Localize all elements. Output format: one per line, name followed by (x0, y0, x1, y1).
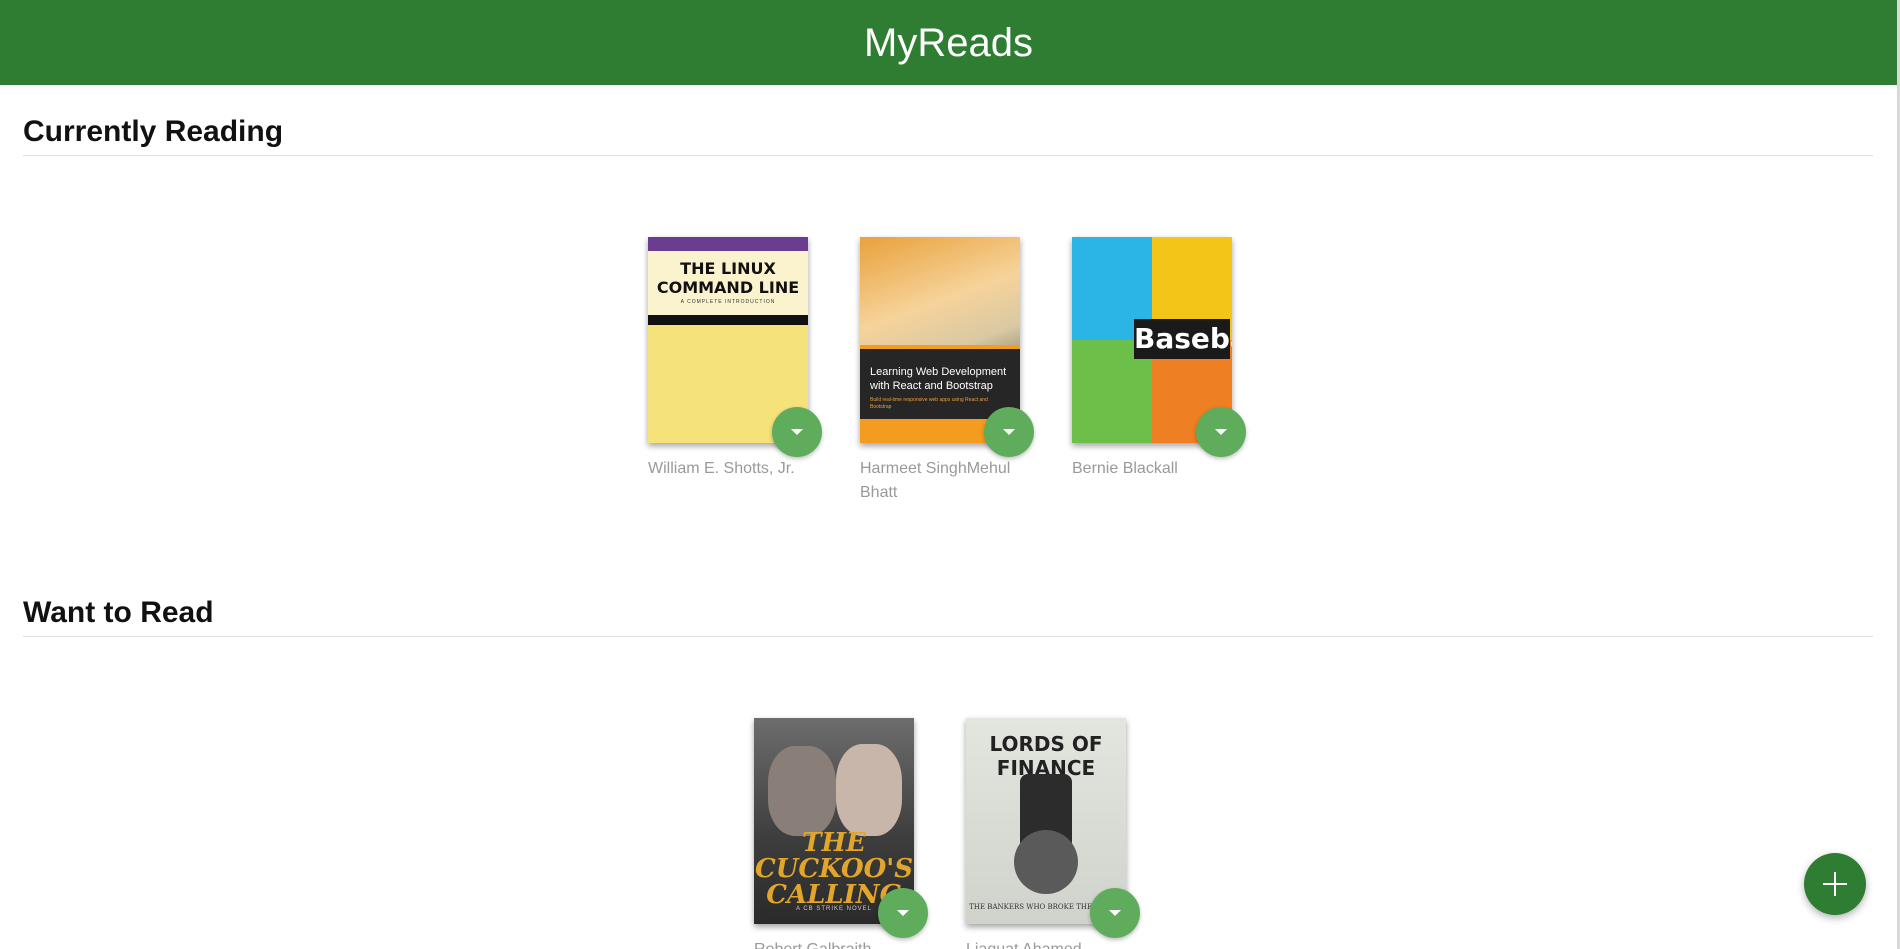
caret-down-icon (791, 429, 803, 435)
book-card: THE LINUX COMMAND LINE A COMPLETE INTROD… (648, 237, 822, 481)
cover-subtitle: Build real-time responsive web apps usin… (870, 397, 988, 410)
caret-down-icon (1109, 910, 1121, 916)
caret-down-icon (1003, 429, 1015, 435)
shelf-changer-button[interactable] (1090, 888, 1140, 938)
book-authors: William E. Shotts, Jr. (648, 460, 795, 477)
shelf-title: Want to Read (23, 596, 214, 629)
shelf-title: Currently Reading (23, 115, 284, 148)
cover-title: Baseball (1134, 319, 1232, 359)
book-card: Learning Web Development with React and … (860, 237, 1034, 505)
app-header: MyReads (0, 0, 1897, 85)
plus-icon (1823, 872, 1847, 896)
app-title: MyReads (864, 20, 1033, 65)
book-authors: Bernie Blackall (1072, 460, 1178, 477)
app: MyReads Currently Reading THE LINUX COMM… (0, 0, 1900, 949)
cover-title: THE LINUX COMMAND LINE (656, 259, 800, 297)
cover-title: Learning Web Development with React and … (870, 366, 1007, 392)
book-card: LORDS OF FINANCE THE BANKERS WHO BROKE T… (966, 718, 1140, 949)
shelf-changer-button[interactable] (878, 888, 928, 938)
add-book-button[interactable] (1804, 853, 1866, 915)
shelf-changer-button[interactable] (1196, 407, 1246, 457)
shelf-divider (23, 155, 1873, 156)
cover-title: LORDS OF FINANCE (989, 732, 1103, 780)
caret-down-icon (897, 910, 909, 916)
book-authors: Robert Galbraith (754, 938, 914, 949)
book-card: THE CUCKOO'S CALLING A CB STRIKE NOVEL R… (754, 718, 928, 949)
cover-subtitle: A COMPLETE INTRODUCTION (680, 299, 776, 305)
shelf-divider (23, 636, 1873, 637)
book-card: Baseball Bernie Blackall (1072, 237, 1246, 481)
shelf-changer-button[interactable] (984, 407, 1034, 457)
caret-down-icon (1215, 429, 1227, 435)
book-authors: Harmeet SinghMehul Bhatt (860, 460, 1011, 501)
book-authors: Liaquat Ahamed (966, 938, 1126, 949)
shelf-changer-button[interactable] (772, 407, 822, 457)
